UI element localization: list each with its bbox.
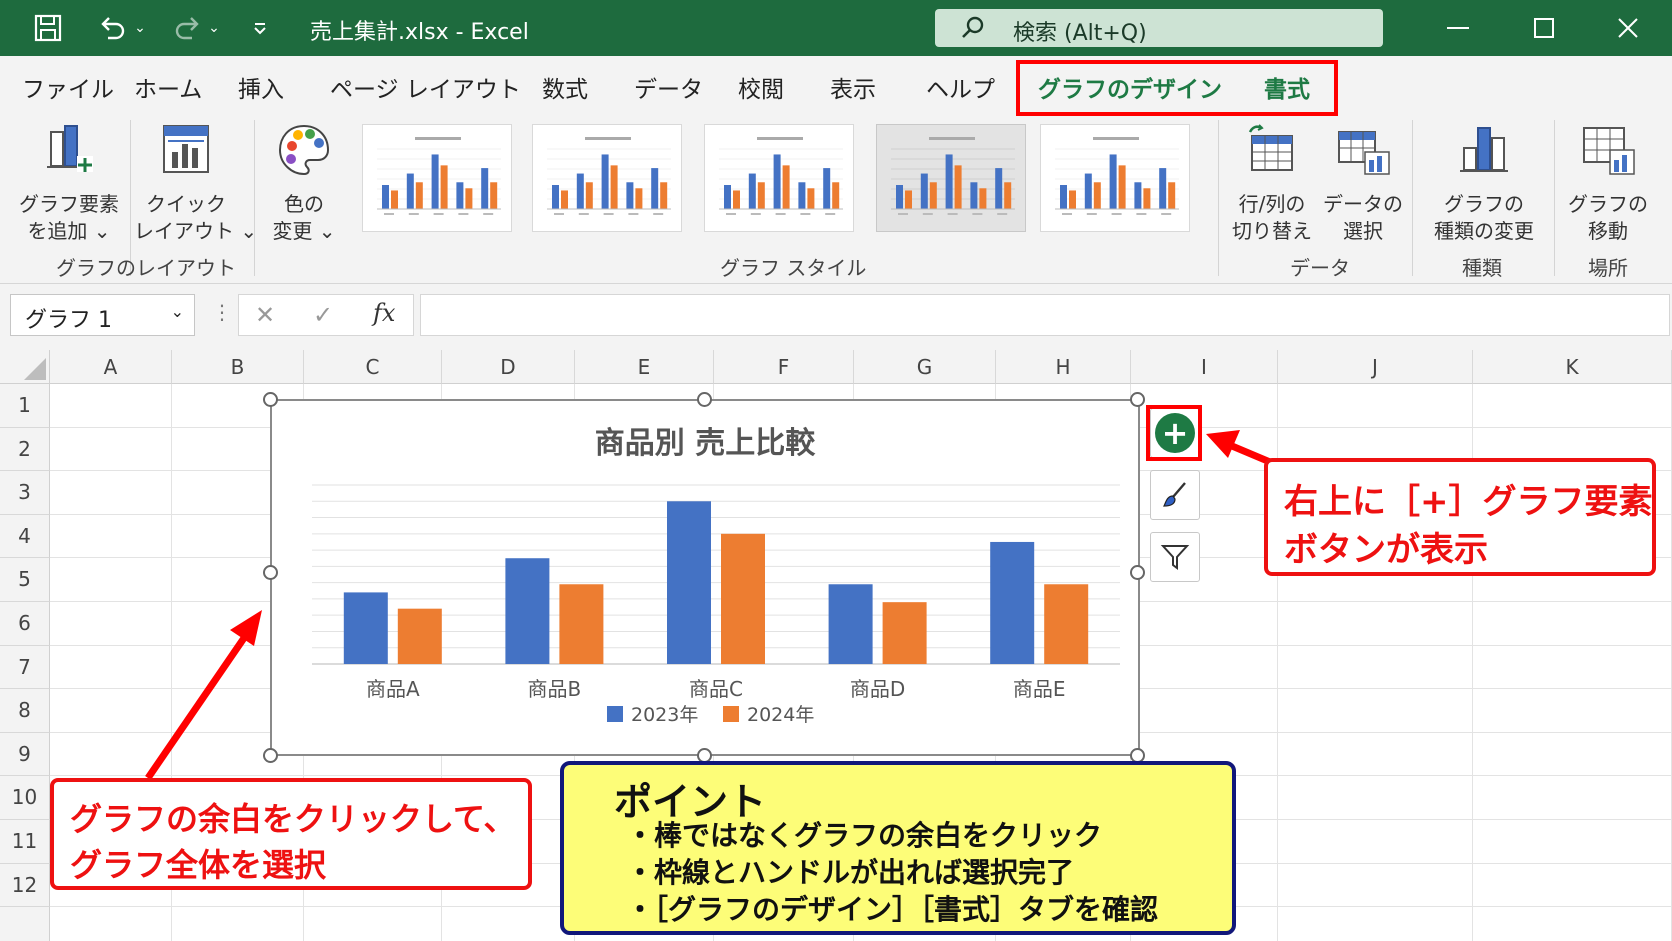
- point-box: ポイント ・棒ではなくグラフの余白をクリック ・枠線とハンドルが出れば選択完了 …: [560, 761, 1236, 935]
- plus-button-callout-line-2: ボタンが表示: [1284, 530, 1488, 570]
- point-item-1: ・棒ではなくグラフの余白をクリック: [626, 819, 1103, 852]
- arrow-to-plus-button: [1206, 430, 1272, 466]
- select-chart-callout-line-2: グラフ全体を選択: [70, 846, 327, 884]
- excel-window: ⌄ ⌄ 売上集計.xlsx - Excel 検索 (Alt+Q) ファイル ホー…: [0, 0, 1672, 941]
- plus-button-callout-line-1: 右上に［+］グラフ要素: [1284, 482, 1653, 522]
- plus-button-callout: 右上に［+］グラフ要素 ボタンが表示: [1264, 458, 1656, 576]
- point-item-3: ・［グラフのデザイン］［書式］タブを確認: [626, 893, 1159, 926]
- arrow-to-chart-margin: [145, 610, 262, 780]
- point-item-2: ・枠線とハンドルが出れば選択完了: [626, 856, 1075, 889]
- select-chart-callout-line-1: グラフの余白をクリックして、: [70, 800, 516, 838]
- select-chart-callout: グラフの余白をクリックして、 グラフ全体を選択: [50, 778, 532, 890]
